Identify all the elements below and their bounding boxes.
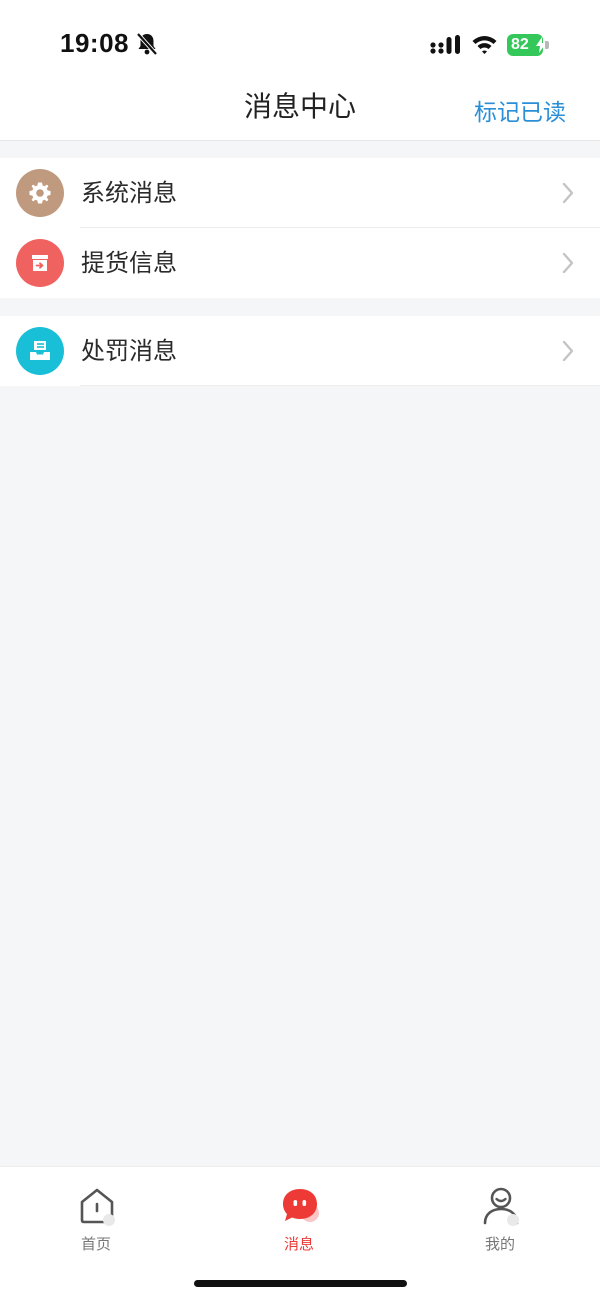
divider <box>80 385 600 386</box>
mark-read-button[interactable]: 标记已读 <box>474 98 566 128</box>
tab-messages[interactable]: 消息 <box>239 1177 359 1253</box>
list-item-label: 系统消息 <box>81 179 177 207</box>
chevron-right-icon <box>562 340 574 362</box>
message-group-2: 处罚消息 <box>0 316 600 386</box>
wifi-icon <box>472 36 497 54</box>
battery-charging-icon: 82 <box>507 34 549 56</box>
chevron-right-icon <box>562 252 574 274</box>
gear-icon <box>16 169 64 217</box>
message-group-1: 系统消息 提货信息 <box>0 158 600 298</box>
home-indicator <box>194 1280 407 1287</box>
nav-bar: 消息中心 标记已读 <box>0 88 600 141</box>
tab-home[interactable]: 首页 <box>36 1177 156 1253</box>
battery-cap <box>545 41 549 49</box>
tab-label: 首页 <box>80 1235 111 1253</box>
tab-label: 我的 <box>484 1235 515 1253</box>
list-item-label: 提货信息 <box>81 249 177 277</box>
list-item-penalty-messages[interactable]: 处罚消息 <box>0 316 600 386</box>
user-icon <box>483 1187 519 1226</box>
home-icon <box>80 1188 115 1226</box>
chevron-right-icon <box>562 182 574 204</box>
chat-bubble-icon <box>283 1189 319 1222</box>
tab-bar: 首页 消息 我的 <box>0 1166 600 1300</box>
list-item-pickup-info[interactable]: 提货信息 <box>0 228 600 298</box>
list-item-label: 处罚消息 <box>81 337 177 365</box>
bell-slash-icon <box>136 32 158 56</box>
penalty-tray-icon <box>16 327 64 375</box>
tab-label: 消息 <box>283 1235 314 1253</box>
delivery-box-icon <box>16 239 64 287</box>
status-bar: 19:08 82 <box>0 0 600 88</box>
list-item-system-messages[interactable]: 系统消息 <box>0 158 600 228</box>
cellular-signal-icon <box>430 35 460 54</box>
status-time: 19:08 <box>60 28 129 58</box>
tab-profile[interactable]: 我的 <box>440 1177 560 1253</box>
